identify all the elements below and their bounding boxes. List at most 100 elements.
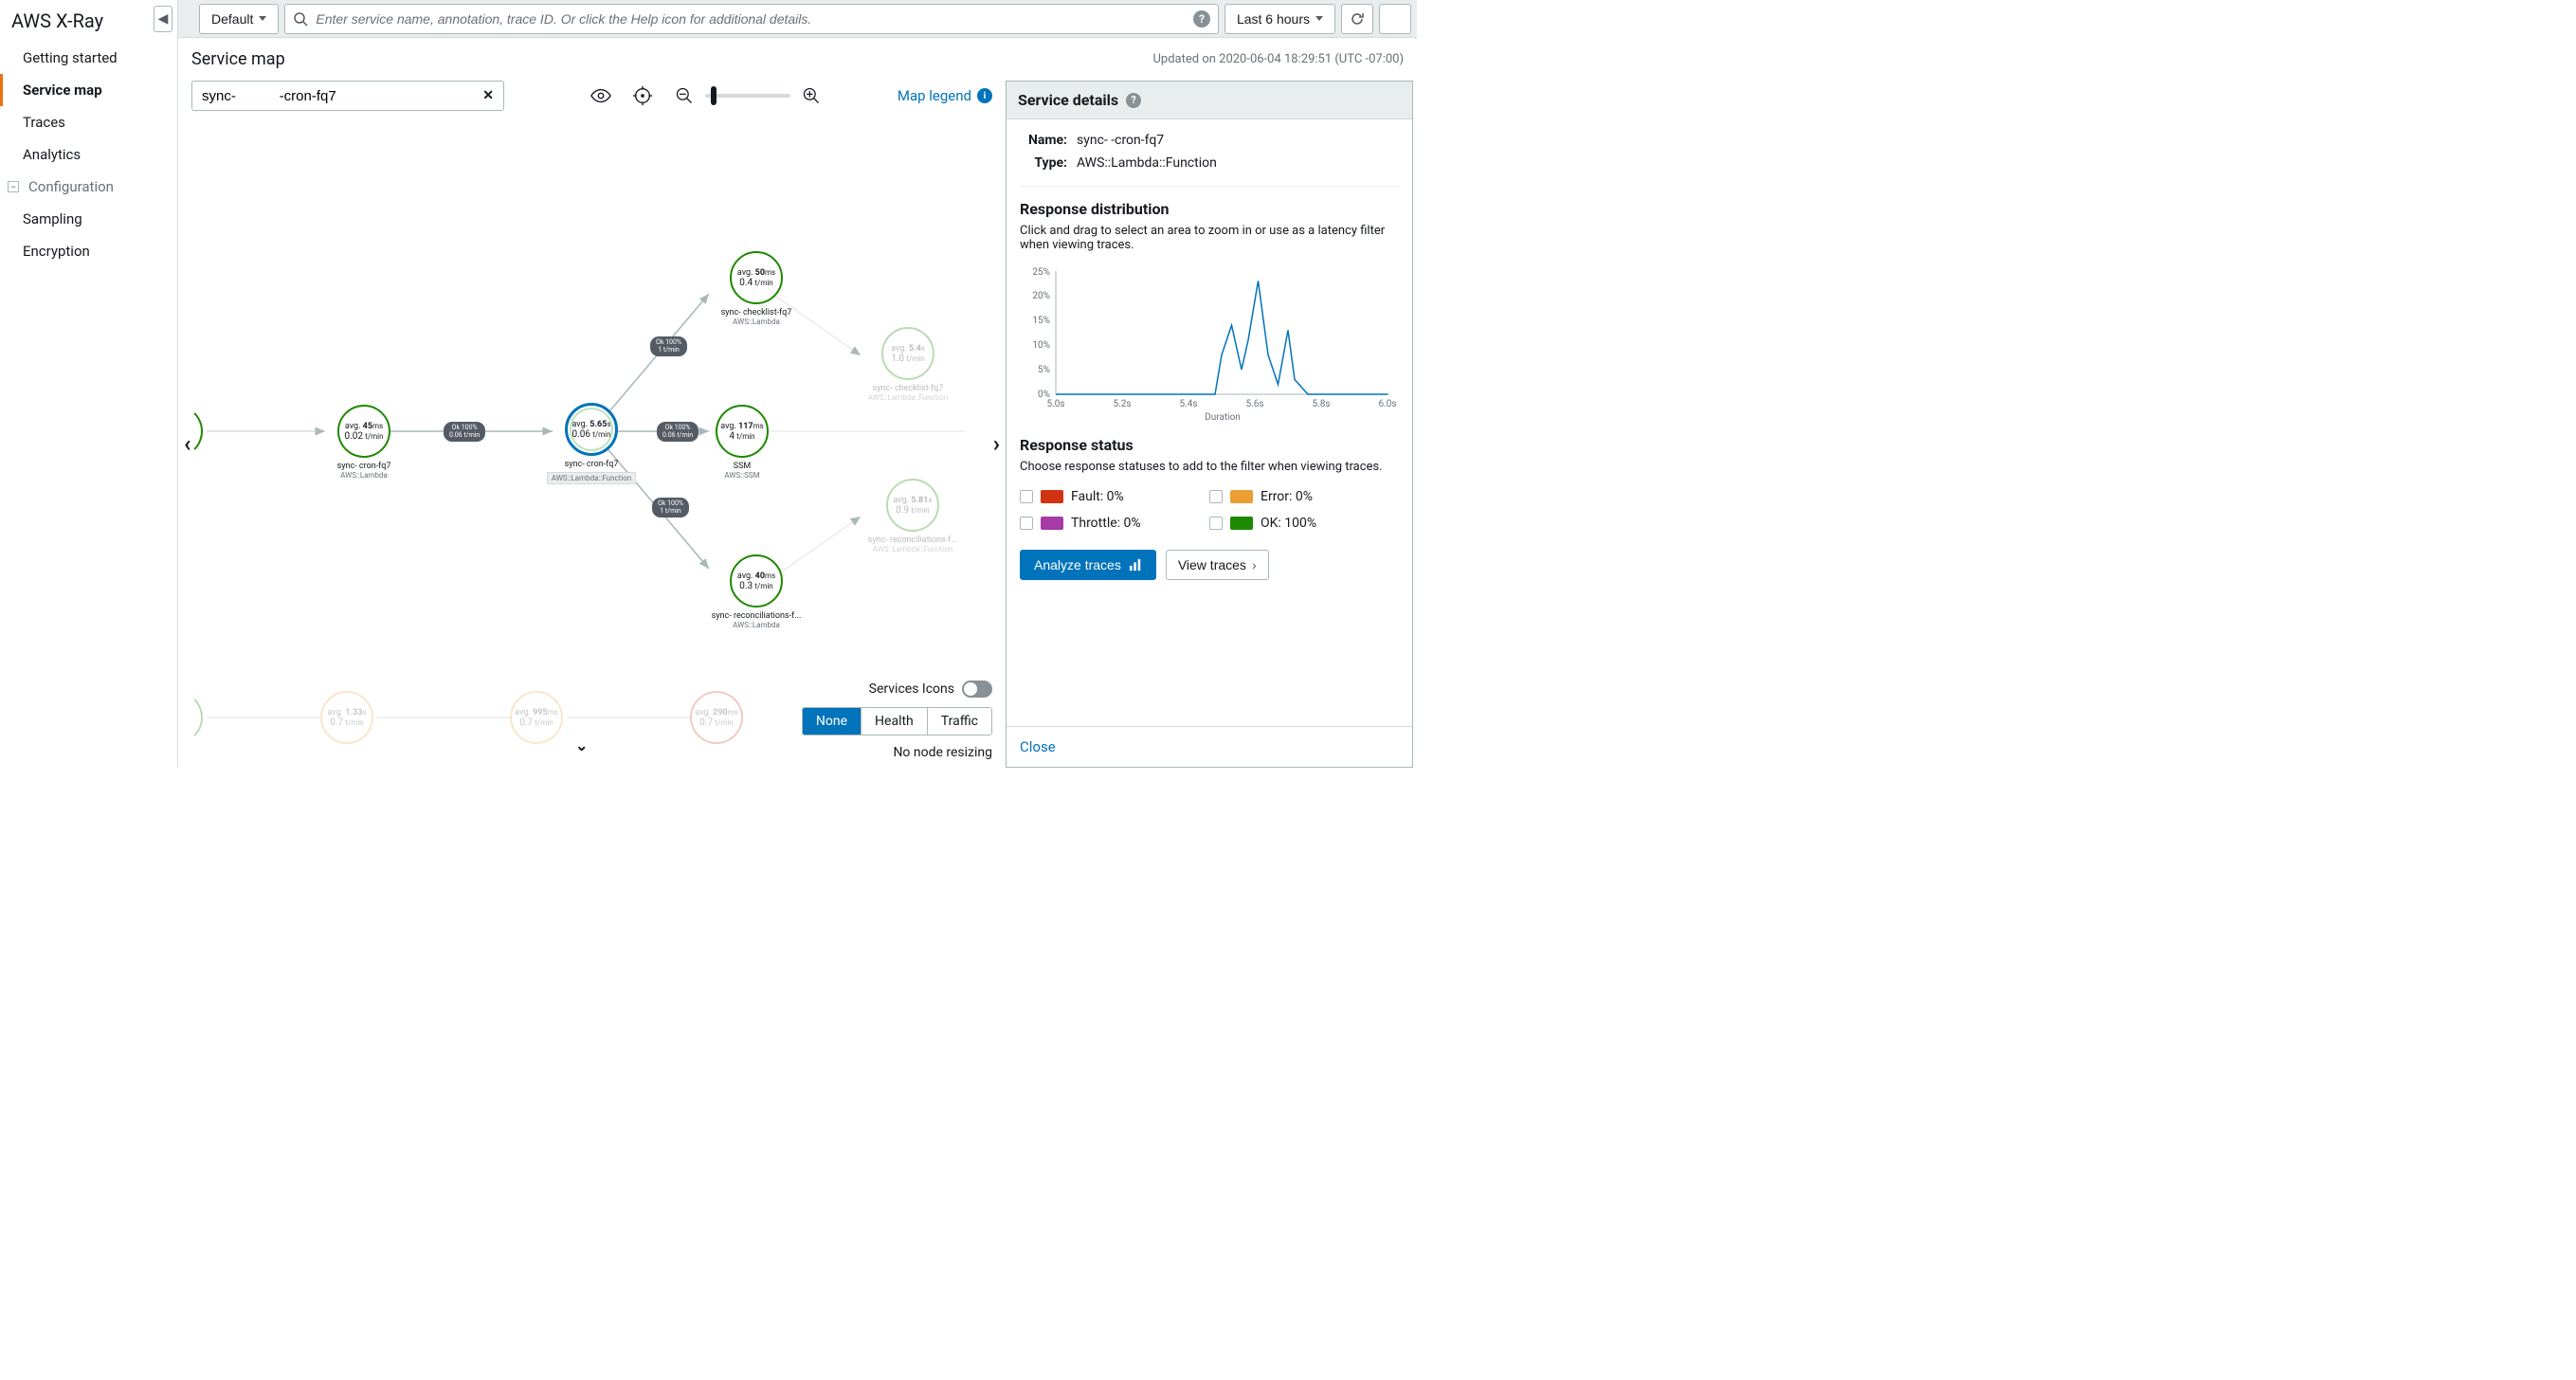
collapse-icon: −: [8, 181, 19, 192]
refresh-button[interactable]: [1341, 4, 1373, 34]
no-resize-label: No node resizing: [893, 745, 992, 760]
expand-down-button[interactable]: ⌄: [575, 736, 588, 754]
svg-text:5.6s: 5.6s: [1245, 399, 1263, 409]
svg-text:5.2s: 5.2s: [1113, 399, 1131, 409]
details-header: Service details ?: [1007, 82, 1412, 119]
page-title: Service map: [191, 49, 285, 69]
svg-text:5.4s: 5.4s: [1179, 399, 1197, 409]
view-traces-button[interactable]: View traces ›: [1166, 550, 1269, 580]
status-throttle[interactable]: Throttle: 0%: [1020, 516, 1209, 531]
service-details-panel: Service details ? Name: sync- -cron-fq7 …: [1006, 81, 1413, 768]
header-row: Service map Updated on 2020-06-04 18:29:…: [178, 38, 1417, 81]
sidebar-item-getting-started[interactable]: Getting started: [0, 42, 177, 74]
zoom-out-button[interactable]: [673, 84, 696, 107]
zoom-in-button[interactable]: [800, 84, 823, 107]
sidebar-item-analytics[interactable]: Analytics: [0, 138, 177, 171]
edge-label: Ok 100%0.06 t/min: [444, 422, 485, 442]
svg-text:6.0s: 6.0s: [1378, 399, 1396, 409]
filter-input[interactable]: [202, 88, 482, 104]
service-node-faded[interactable]: avg. 5.81s 0.9 t/min sync- reconciliatio…: [842, 479, 984, 554]
service-node-selected[interactable]: avg. 5.65s 0.06 t/min sync- cron-fq7 AWS…: [538, 403, 644, 484]
node-arc[interactable]: [178, 405, 203, 458]
response-status-desc: Choose response statuses to add to the f…: [1020, 460, 1399, 474]
color-swatch: [1041, 517, 1063, 530]
service-node-faded[interactable]: avg. 1.33s 0.7 t/min: [320, 691, 373, 744]
type-value: AWS::Lambda::Function: [1067, 155, 1399, 171]
resize-mode-segments: None Health Traffic: [802, 707, 992, 735]
status-fault[interactable]: Fault: 0%: [1020, 489, 1209, 504]
filter-row: ✕: [178, 81, 1006, 118]
status-ok[interactable]: OK: 100%: [1209, 516, 1399, 531]
updated-timestamp: Updated on 2020-06-04 18:29:51 (UTC -07:…: [1152, 52, 1404, 66]
service-node-faded[interactable]: avg. 995ms 0.7 t/min: [510, 691, 563, 744]
crosshair-icon: [632, 85, 653, 106]
service-node-faded[interactable]: avg. 5.4s 1.0 t/min sync- checklist-fq7 …: [842, 327, 974, 402]
services-icons-label: Services Icons: [869, 681, 954, 697]
zoom-slider[interactable]: [673, 84, 823, 107]
color-swatch: [1230, 517, 1253, 530]
edge-label: Ok 100%1 t/min: [652, 498, 689, 518]
color-swatch: [1230, 490, 1253, 503]
scroll-right-button[interactable]: ›: [993, 430, 1000, 457]
svg-text:5.8s: 5.8s: [1312, 399, 1330, 409]
sidebar: AWS X-Ray Getting started Service map Tr…: [0, 0, 178, 768]
service-node[interactable]: avg. 45ms 0.02 t/min sync- cron-fq7 AWS:…: [311, 405, 417, 480]
close-button[interactable]: Close: [1020, 738, 1056, 755]
checkbox[interactable]: [1020, 517, 1033, 530]
help-icon[interactable]: ?: [1193, 10, 1210, 27]
service-node[interactable]: avg. 117ms 4 t/min SSM AWS::SSM: [709, 405, 775, 480]
type-label: Type:: [1020, 155, 1067, 171]
service-map-canvas[interactable]: ‹ › avg. 45ms 0.02 t/min sync- cron-fq7 …: [178, 118, 1006, 768]
search-input[interactable]: [316, 11, 1186, 27]
map-area: ✕: [178, 81, 1006, 768]
search-input-wrap[interactable]: ?: [284, 4, 1219, 34]
visibility-toggle[interactable]: [590, 84, 612, 107]
svg-text:25%: 25%: [1032, 267, 1050, 278]
timerange-dropdown[interactable]: Last 6 hours: [1225, 4, 1335, 34]
svg-text:10%: 10%: [1032, 340, 1050, 351]
sidebar-group-configuration[interactable]: − Configuration: [0, 171, 177, 203]
checkbox[interactable]: [1020, 490, 1033, 503]
svg-text:5.0s: 5.0s: [1046, 399, 1064, 409]
refresh-icon: [1350, 11, 1365, 27]
service-node[interactable]: avg. 50ms 0.4 t/min sync- checklist-fq7 …: [690, 251, 823, 326]
response-distribution-title: Response distribution: [1020, 200, 1399, 218]
service-node[interactable]: avg. 40ms 0.3 t/min sync- reconciliation…: [680, 554, 832, 629]
seg-traffic[interactable]: Traffic: [928, 708, 991, 735]
sidebar-item-service-map[interactable]: Service map: [0, 74, 177, 106]
search-icon: [293, 11, 308, 27]
center-button[interactable]: [631, 84, 654, 107]
caret-down-icon: [1315, 16, 1323, 21]
analyze-traces-button[interactable]: Analyze traces: [1020, 550, 1156, 580]
response-status-title: Response status: [1020, 436, 1399, 454]
zoom-in-icon: [802, 86, 821, 105]
svg-text:20%: 20%: [1032, 291, 1050, 301]
sidebar-item-traces[interactable]: Traces: [0, 106, 177, 138]
zoom-slider-thumb[interactable]: [711, 86, 717, 105]
filter-input-wrap[interactable]: ✕: [191, 81, 504, 111]
sidebar-item-sampling[interactable]: Sampling: [0, 203, 177, 235]
collapse-sidebar-button[interactable]: ◀: [154, 6, 172, 32]
clear-filter-button[interactable]: ✕: [482, 88, 494, 103]
bottom-controls: Services Icons None Health Traffic No no…: [802, 681, 992, 760]
svg-text:15%: 15%: [1032, 316, 1050, 326]
checkbox[interactable]: [1209, 517, 1223, 530]
services-icons-toggle[interactable]: [962, 681, 992, 698]
status-error[interactable]: Error: 0%: [1209, 489, 1399, 504]
group-dropdown[interactable]: Default: [199, 4, 279, 34]
sidebar-item-encryption[interactable]: Encryption: [0, 235, 177, 267]
zoom-out-icon: [675, 86, 694, 105]
help-icon[interactable]: ?: [1126, 93, 1141, 108]
map-legend-link[interactable]: Map legend i: [898, 87, 992, 104]
chevron-right-icon: ›: [1252, 557, 1257, 572]
seg-none[interactable]: None: [803, 708, 862, 735]
response-distribution-chart[interactable]: 0% 5% 10% 15% 20% 25% 5.0s 5.2s 5.4s 5.: [1020, 262, 1399, 423]
node-arc: [178, 691, 203, 744]
eye-icon: [590, 85, 611, 106]
app-title: AWS X-Ray: [0, 6, 177, 42]
checkbox[interactable]: [1209, 490, 1223, 503]
zoom-slider-track[interactable]: [705, 94, 790, 98]
refresh-options-dropdown[interactable]: [1379, 4, 1411, 34]
service-node-faded[interactable]: avg. 290ms 0.7 t/min: [690, 691, 743, 744]
seg-health[interactable]: Health: [862, 708, 928, 735]
